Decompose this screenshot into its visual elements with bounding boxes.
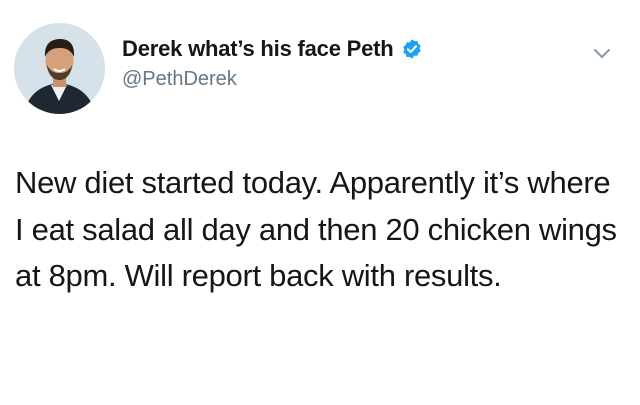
verified-badge-icon (401, 38, 423, 60)
avatar[interactable] (14, 23, 105, 114)
chevron-down-icon[interactable] (590, 42, 614, 66)
tweet-text: New diet started today. Apparently it’s … (15, 165, 617, 293)
tweet-card: Derek what’s his face Peth @PethDerek Ne… (0, 0, 640, 405)
name-row: Derek what’s his face Peth (122, 36, 423, 62)
user-handle[interactable]: @PethDerek (122, 68, 423, 91)
avatar-photo-icon (14, 23, 105, 114)
display-name[interactable]: Derek what’s his face Peth (122, 36, 394, 62)
author-info: Derek what’s his face Peth @PethDerek (122, 36, 423, 91)
